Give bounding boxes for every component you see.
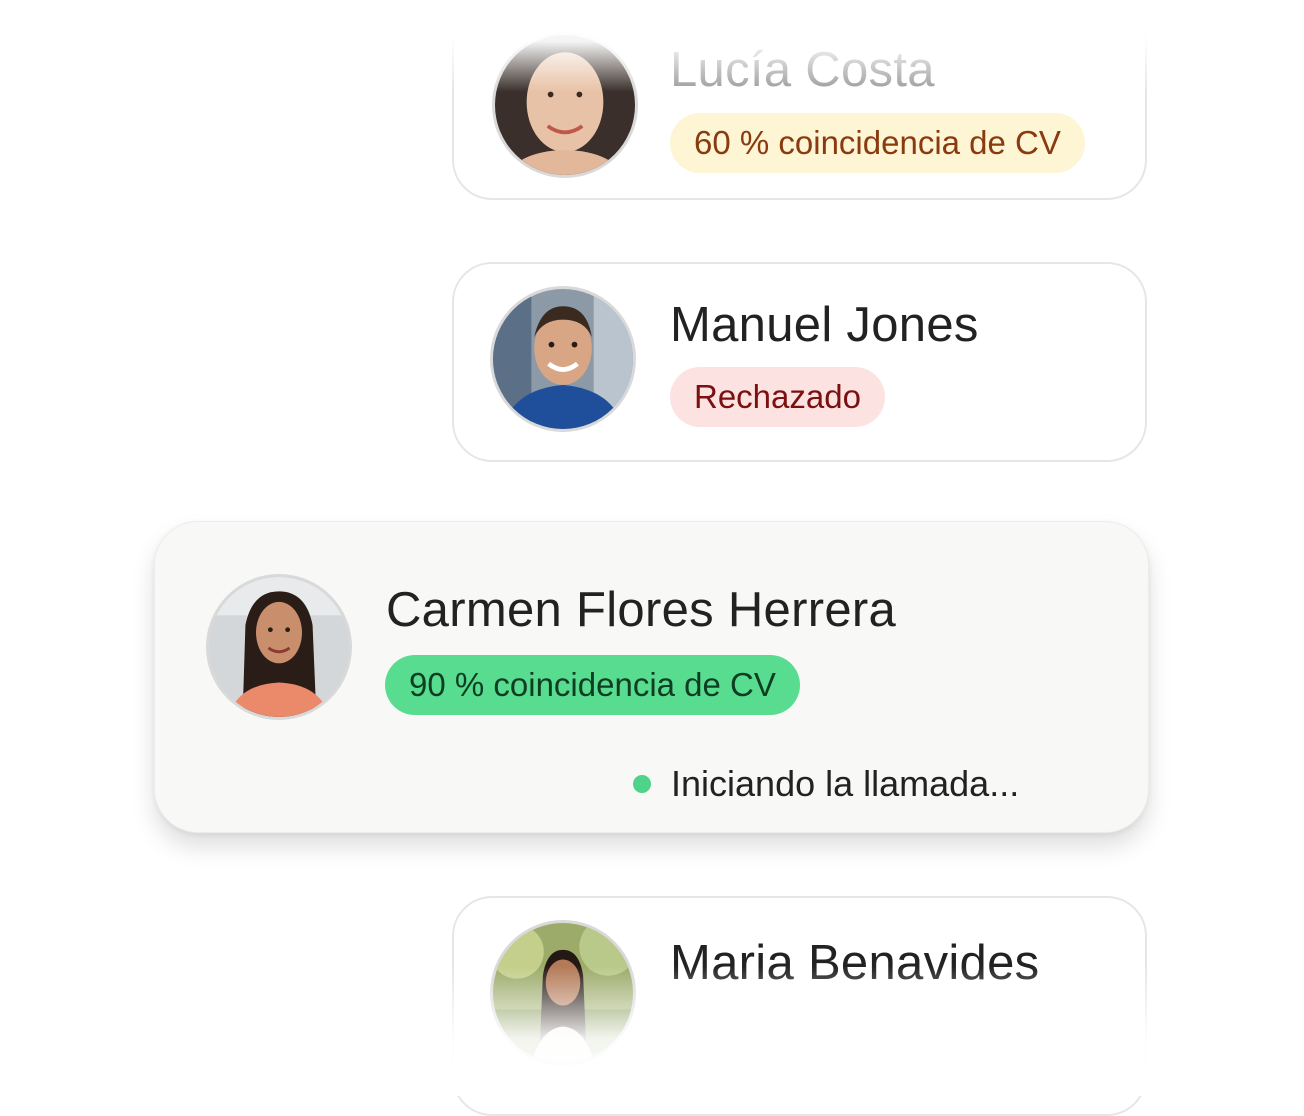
cv-match-badge: 90 % coincidencia de CV	[385, 655, 800, 715]
candidate-name: Maria Benavides	[670, 936, 1040, 990]
avatar	[206, 574, 352, 720]
avatar	[490, 920, 636, 1066]
call-status: Iniciando la llamada...	[633, 764, 1019, 804]
rejected-status-badge: Rechazado	[670, 367, 885, 427]
candidate-name: Manuel Jones	[670, 298, 979, 352]
person-photo-icon	[495, 35, 635, 175]
candidate-name: Carmen Flores Herrera	[386, 583, 897, 637]
person-photo-icon	[493, 289, 633, 429]
candidate-card-lucia-costa[interactable]: Lucía Costa 60 % coincidencia de CV	[452, 0, 1147, 200]
candidate-card-carmen-flores-herrera[interactable]: Carmen Flores Herrera 90 % coincidencia …	[154, 521, 1149, 833]
status-dot-icon	[633, 775, 651, 793]
person-photo-icon	[493, 923, 633, 1063]
avatar	[490, 286, 636, 432]
candidate-card-maria-benavides[interactable]: Maria Benavides	[452, 896, 1147, 1116]
person-photo-icon	[209, 577, 349, 717]
cv-match-badge: 60 % coincidencia de CV	[670, 113, 1085, 173]
candidate-name: Lucía Costa	[670, 43, 935, 97]
candidate-card-manuel-jones[interactable]: Manuel Jones Rechazado	[452, 262, 1147, 462]
call-status-text: Iniciando la llamada...	[671, 763, 1020, 804]
avatar	[492, 32, 638, 178]
